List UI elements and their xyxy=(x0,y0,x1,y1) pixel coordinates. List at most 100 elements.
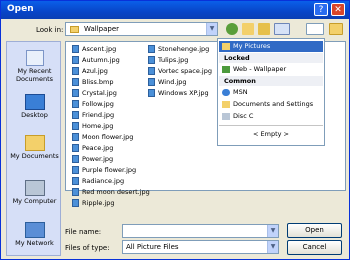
chevron-down-icon[interactable]: ▼ xyxy=(206,23,217,35)
image-file-icon xyxy=(148,67,155,75)
file-name-input[interactable]: ▼ xyxy=(122,224,279,238)
image-file-icon xyxy=(72,166,79,174)
dropdown-item-documents-and-settings[interactable]: Documents and Settings xyxy=(219,99,323,110)
dropdown-item-label: Web - Wallpaper xyxy=(233,65,287,73)
my-computer-icon xyxy=(24,180,45,196)
image-file-icon xyxy=(72,78,79,86)
list-item[interactable]: Purple flower.jpg xyxy=(72,165,150,176)
list-item[interactable]: Stonehenge.jpg xyxy=(148,44,212,55)
file-column: Stonehenge.jpg Tulips.jpg Vortec space.j… xyxy=(148,44,212,99)
file-label: Peace.jpg xyxy=(82,144,114,152)
look-in-select[interactable]: Wallpaper ▼ xyxy=(65,22,218,36)
desktop-icon xyxy=(24,94,45,110)
image-file-icon xyxy=(72,199,79,207)
tools-icon[interactable] xyxy=(306,23,324,35)
file-type-value: All Picture Files xyxy=(126,243,179,251)
image-file-icon xyxy=(148,78,155,86)
place-label: My Network xyxy=(15,239,54,247)
list-item[interactable]: Power.jpg xyxy=(72,154,150,165)
chevron-down-icon[interactable]: ▼ xyxy=(267,225,278,237)
list-item[interactable]: Windows XP.jpg xyxy=(148,88,212,99)
file-label: Bliss.bmp xyxy=(82,78,114,86)
dropdown-item-label: Disc C xyxy=(233,112,254,120)
file-name-label: File name: xyxy=(65,228,102,236)
dropdown-item-label: MSN xyxy=(233,88,248,96)
file-label: Ascent.jpg xyxy=(82,45,117,53)
dropdown-header-locked: Locked xyxy=(219,53,323,63)
image-file-icon xyxy=(72,177,79,185)
shortcut-icon xyxy=(222,66,230,73)
image-file-icon xyxy=(72,122,79,130)
list-item[interactable]: Follow.jpg xyxy=(72,99,150,110)
favorites-dropdown: My Pictures Locked Web - Wallpaper Commo… xyxy=(217,38,325,146)
msn-icon xyxy=(222,89,230,96)
places-bar: My Recent Documents Desktop My Documents… xyxy=(6,41,61,256)
list-item[interactable]: Vortec space.jpg xyxy=(148,66,212,77)
favorites-folder-icon[interactable] xyxy=(329,23,343,35)
file-label: Purple flower.jpg xyxy=(82,166,137,174)
file-label: Autumn.jpg xyxy=(82,56,120,64)
dropdown-header-common: Common xyxy=(219,76,323,86)
file-label: Red moon desert.jpg xyxy=(82,188,150,196)
chevron-down-icon[interactable]: ▼ xyxy=(267,241,278,253)
list-item[interactable]: Azul.jpg xyxy=(72,66,150,77)
close-button[interactable]: ✕ xyxy=(331,3,345,16)
title-bar: Open ? ✕ xyxy=(1,1,349,19)
back-icon[interactable] xyxy=(226,23,238,35)
place-recent-documents[interactable]: My Recent Documents xyxy=(7,50,62,83)
list-item[interactable]: Friend.jpg xyxy=(72,110,150,121)
dropdown-item-web-wallpaper[interactable]: Web - Wallpaper xyxy=(219,64,323,75)
list-item[interactable]: Home.jpg xyxy=(72,121,150,132)
dropdown-item-label: My Pictures xyxy=(233,42,271,50)
file-label: Ripple.jpg xyxy=(82,199,115,207)
list-item[interactable]: Moon flower.jpg xyxy=(72,132,150,143)
my-documents-icon xyxy=(24,135,45,151)
list-item[interactable]: Radiance.jpg xyxy=(72,176,150,187)
folder-icon xyxy=(70,25,81,33)
place-label: My Documents xyxy=(10,152,59,160)
dropdown-item-my-pictures[interactable]: My Pictures xyxy=(219,41,323,52)
list-item[interactable]: Wind.jpg xyxy=(148,77,212,88)
image-file-icon xyxy=(72,45,79,53)
list-item[interactable]: Ascent.jpg xyxy=(72,44,150,55)
open-dialog: Open ? ✕ Look in: Wallpaper ▼ My Recent … xyxy=(0,0,350,260)
file-label: Tulips.jpg xyxy=(158,56,189,64)
help-button[interactable]: ? xyxy=(314,3,328,16)
place-my-documents[interactable]: My Documents xyxy=(7,135,62,160)
list-item[interactable]: Bliss.bmp xyxy=(72,77,150,88)
list-item[interactable]: Crystal.jpg xyxy=(72,88,150,99)
place-my-computer[interactable]: My Computer xyxy=(7,180,62,205)
dropdown-item-disc-c[interactable]: Disc C xyxy=(219,111,323,122)
image-file-icon xyxy=(72,155,79,163)
new-folder-icon[interactable] xyxy=(258,23,270,35)
place-label: My Computer xyxy=(12,197,57,205)
file-label: Stonehenge.jpg xyxy=(158,45,210,53)
open-button[interactable]: Open xyxy=(287,223,342,238)
dropdown-empty: < Empty > xyxy=(253,130,289,138)
list-item[interactable]: Red moon desert.jpg xyxy=(72,187,150,198)
file-label: Home.jpg xyxy=(82,122,114,130)
dropdown-item-msn[interactable]: MSN xyxy=(219,87,323,98)
list-item[interactable]: Peace.jpg xyxy=(72,143,150,154)
recent-documents-icon xyxy=(25,50,44,66)
file-label: Follow.jpg xyxy=(82,100,114,108)
up-folder-icon[interactable] xyxy=(242,23,254,35)
folder-icon xyxy=(222,101,230,108)
file-label: Windows XP.jpg xyxy=(158,89,209,97)
cancel-button[interactable]: Cancel xyxy=(287,240,342,255)
image-file-icon xyxy=(72,67,79,75)
list-item[interactable]: Ripple.jpg xyxy=(72,198,150,209)
list-item[interactable]: Autumn.jpg xyxy=(72,55,150,66)
file-label: Friend.jpg xyxy=(82,111,115,119)
image-file-icon xyxy=(72,111,79,119)
place-desktop[interactable]: Desktop xyxy=(7,94,62,119)
place-label: My Recent Documents xyxy=(15,67,54,83)
list-item[interactable]: Tulips.jpg xyxy=(148,55,212,66)
place-label: Desktop xyxy=(21,111,48,119)
view-menu-icon[interactable] xyxy=(274,23,290,35)
file-label: Azul.jpg xyxy=(82,67,108,75)
image-file-icon xyxy=(72,133,79,141)
place-my-network[interactable]: My Network xyxy=(7,222,62,247)
dropdown-divider xyxy=(219,125,323,126)
file-type-select[interactable]: All Picture Files ▼ xyxy=(122,240,279,254)
